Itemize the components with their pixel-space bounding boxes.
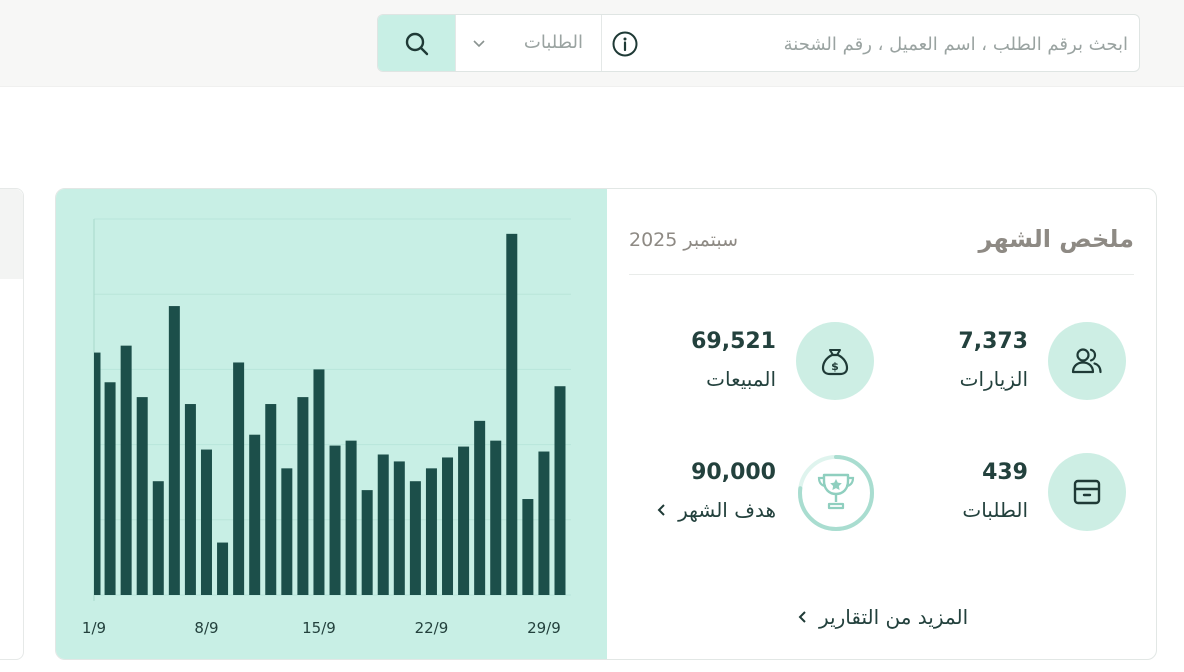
- chevron-down-icon: [473, 40, 485, 48]
- visits-value: 7,373: [958, 329, 1028, 354]
- more-reports-link[interactable]: المزيد من التقارير: [797, 605, 968, 629]
- visits-icon-badge: [1048, 322, 1126, 400]
- x-tick-label: 29/9: [527, 619, 561, 637]
- bar-10-9[interactable]: [233, 362, 245, 595]
- bar-19-9[interactable]: [377, 454, 389, 595]
- goal-progress-ring: [798, 455, 874, 531]
- daily-orders-chart: 1/9 8/9 15/9 22/9 29/9: [82, 218, 571, 637]
- bar-16-9[interactable]: [329, 445, 341, 595]
- search-input[interactable]: [648, 15, 1128, 71]
- summary-title: ملخص الشهر: [978, 225, 1134, 253]
- summary-panel: ملخص الشهر سبتمبر 2025 7,373 الزيارات $ …: [607, 189, 1156, 659]
- sales-value: 69,521: [691, 329, 776, 354]
- visits-label: الزيارات: [959, 367, 1028, 391]
- orders-value: 439: [982, 460, 1028, 485]
- bar-8-9[interactable]: [200, 449, 212, 595]
- search-button[interactable]: [378, 15, 455, 71]
- bar-26-9[interactable]: [490, 440, 502, 595]
- goal-value: 90,000: [691, 460, 776, 485]
- bar-27-9[interactable]: [506, 233, 518, 595]
- x-tick-label: 22/9: [415, 619, 449, 637]
- users-icon: [1071, 348, 1102, 374]
- adjacent-card: [0, 188, 24, 660]
- bar-14-9[interactable]: [297, 397, 309, 595]
- bar-30-9[interactable]: [554, 386, 566, 595]
- search-scope-select[interactable]: الطلبات: [455, 15, 602, 71]
- x-tick-label: 8/9: [194, 619, 218, 637]
- bar-23-9[interactable]: [442, 457, 454, 595]
- summary-period: سبتمبر 2025: [629, 229, 738, 251]
- bar-15-9[interactable]: [313, 369, 325, 595]
- chevron-left-icon: [657, 504, 665, 516]
- info-icon[interactable]: [612, 31, 638, 57]
- x-tick-label: 15/9: [302, 619, 336, 637]
- adjacent-card-header: [0, 189, 23, 279]
- bar-22-9[interactable]: [425, 468, 437, 595]
- bar-6-9[interactable]: [168, 306, 180, 595]
- bar-17-9[interactable]: [345, 440, 357, 595]
- bar-25-9[interactable]: [474, 420, 486, 595]
- trophy-icon: [817, 473, 855, 510]
- orders-label: الطلبات: [962, 498, 1028, 522]
- daily-chart-panel: 1/9 8/9 15/9 22/9 29/9: [56, 189, 607, 659]
- chevron-left-icon: [798, 611, 806, 623]
- summary-divider: [629, 274, 1134, 275]
- more-reports-label: المزيد من التقارير: [819, 605, 969, 629]
- bar-1-9[interactable]: [94, 352, 101, 595]
- bar-28-9[interactable]: [522, 499, 534, 595]
- bar-7-9[interactable]: [184, 404, 196, 595]
- bar-12-9[interactable]: [265, 404, 277, 595]
- top-bar: الطلبات: [0, 0, 1184, 87]
- goal-link[interactable]: هدف الشهر: [656, 498, 776, 522]
- bar-4-9[interactable]: [136, 397, 148, 595]
- month-summary-card: 1/9 8/9 15/9 22/9 29/9 ملخص الشهر سبتمبر 202…: [55, 188, 1157, 660]
- search-icon: [405, 32, 428, 56]
- bar-9-9[interactable]: [217, 542, 229, 595]
- box-icon: [1073, 479, 1101, 505]
- bar-20-9[interactable]: [393, 461, 405, 595]
- money-bag-icon: $: [821, 349, 849, 376]
- bar-21-9[interactable]: [409, 481, 421, 595]
- bar-13-9[interactable]: [281, 468, 293, 595]
- search-bar: الطلبات: [377, 14, 1140, 72]
- goal-label: هدف الشهر: [678, 498, 776, 522]
- svg-text:$: $: [831, 360, 839, 373]
- bar-29-9[interactable]: [538, 451, 550, 595]
- sales-icon-badge: $: [796, 322, 874, 400]
- x-tick-label: 1/9: [82, 619, 106, 637]
- sales-label: المبيعات: [706, 367, 776, 391]
- bar-2-9[interactable]: [104, 382, 116, 595]
- bar-5-9[interactable]: [152, 481, 164, 595]
- bar-18-9[interactable]: [361, 490, 373, 595]
- bar-11-9[interactable]: [249, 434, 261, 595]
- bar-3-9[interactable]: [120, 345, 132, 595]
- orders-icon-badge: [1048, 453, 1126, 531]
- search-scope-value: الطلبات: [523, 32, 583, 53]
- bar-24-9[interactable]: [458, 446, 470, 595]
